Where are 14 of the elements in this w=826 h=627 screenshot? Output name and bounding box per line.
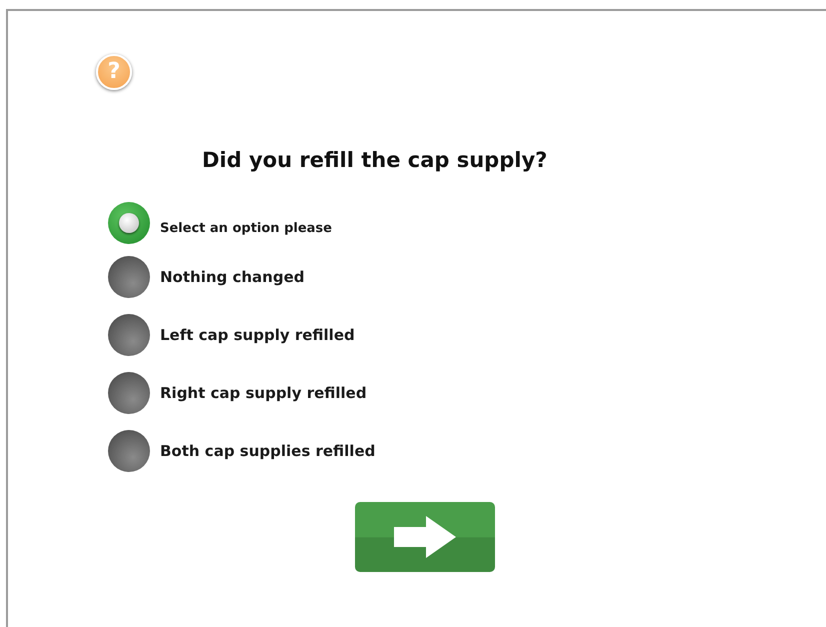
radio-button[interactable] xyxy=(108,202,150,244)
question-title: Did you refill the cap supply? xyxy=(202,148,548,172)
option-label: Left cap supply refilled xyxy=(160,326,355,344)
right-arrow-icon xyxy=(394,516,456,558)
radio-button[interactable] xyxy=(108,430,150,472)
radio-button[interactable] xyxy=(108,256,150,298)
option-label: Select an option please xyxy=(160,220,332,236)
radio-button[interactable] xyxy=(108,314,150,356)
option-label: Both cap supplies refilled xyxy=(160,442,376,460)
option-label: Right cap supply refilled xyxy=(160,384,367,402)
option-label: Nothing changed xyxy=(160,268,305,286)
help-button[interactable]: ? xyxy=(96,54,132,90)
radio-button[interactable] xyxy=(108,372,150,414)
next-button[interactable] xyxy=(355,502,495,572)
